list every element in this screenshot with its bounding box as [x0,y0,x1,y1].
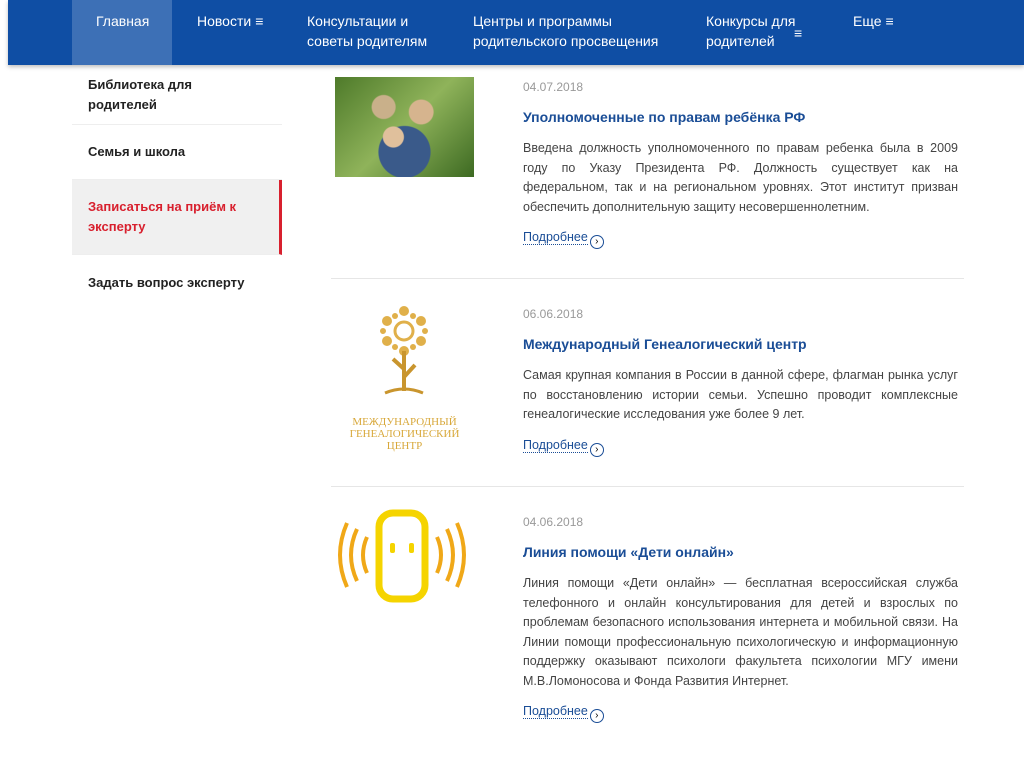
logo-text: МЕЖДУНАРОДНЫЙ ГЕНЕАЛОГИЧЕСКИЙ ЦЕНТР [349,416,460,452]
chevron-right-icon: › [589,235,604,249]
nav-label: Конкурсы для родителей [706,13,796,49]
nav-label: Консультации и советы родителям [307,13,428,49]
children-photo[interactable] [335,77,474,177]
sidebar-item-label: Семья и школа [88,144,186,159]
sidebar-item-family-school[interactable]: Семья и школа [72,125,282,180]
menu-icon: ≡ [255,13,264,29]
news-text: Введена должность уполномоченного по пра… [523,141,958,214]
nav-home[interactable]: Главная [72,0,172,65]
nav-label: Центры и программы родительского просвещ… [473,13,659,49]
nav-label: Главная [96,13,150,29]
nav-label: Еще [853,13,882,29]
news-date: 06.06.2018 [523,307,584,321]
sidebar-item-label: Библиотека для родителей [88,77,192,112]
news-title[interactable]: Уполномоченные по правам ребёнка РФ [523,109,958,125]
news-item: 04.07.2018 Уполномоченные по правам ребё… [331,66,964,279]
news-item: МЕЖДУНАРОДНЫЙ ГЕНЕАЛОГИЧЕСКИЙ ЦЕНТР 06.06.… [331,279,964,487]
nav-more[interactable]: Еще ≡ [853,0,894,65]
news-date: 04.07.2018 [523,80,584,94]
more-link[interactable]: Подробнее [523,438,588,453]
news-date: 04.06.2018 [523,515,584,529]
sidebar-item-book-expert[interactable]: Записаться на приём к эксперту [72,180,282,255]
nav-news[interactable]: Новости ≡ [197,0,263,65]
sidebar: Библиотека для родителей Семья и школа З… [72,66,282,311]
news-title[interactable]: Линия помощи «Дети онлайн» [523,544,958,560]
sidebar-item-ask-expert[interactable]: Задать вопрос эксперту [72,255,282,311]
menu-icon: ≡ [885,13,894,29]
menu-glyph: ≡ [794,25,803,41]
more-label: Подробнее [523,704,588,718]
helpline-logo[interactable] [335,509,474,604]
more-link[interactable]: Подробнее [523,230,588,245]
sidebar-item-label: Задать вопрос эксперту [88,275,245,290]
more-label: Подробнее [523,230,588,244]
tree-icon [380,306,428,395]
more-link[interactable]: Подробнее [523,704,588,719]
sidebar-item-label: Записаться на приём к эксперту [88,199,237,234]
phone-signal-icon [338,509,466,603]
nav-centers[interactable]: Центры и программы родительского просвещ… [473,0,673,65]
nav-label: Новости [197,13,252,29]
news-text: Самая крупная компания в России в данной… [523,368,958,421]
news-text: Линия помощи «Дети онлайн» — бесплатная … [523,576,958,688]
news-title[interactable]: Международный Генеалогический центр [523,336,958,352]
chevron-right-icon: › [589,709,604,723]
chevron-right-icon: › [589,442,604,457]
top-nav: Главная Новости ≡ Консультации и советы р… [8,0,1024,65]
nav-consultations[interactable]: Консультации и советы родителям [307,0,437,65]
news-item: 04.06.2018 Линия помощи «Дети онлайн» Ли… [331,487,964,747]
genealogy-logo[interactable]: МЕЖДУНАРОДНЫЙ ГЕНЕАЛОГИЧЕСКИЙ ЦЕНТР [335,299,474,469]
nav-contests[interactable]: Конкурсы для родителей [706,0,801,65]
sidebar-item-library[interactable]: Библиотека для родителей [72,66,282,125]
more-label: Подробнее [523,437,588,452]
